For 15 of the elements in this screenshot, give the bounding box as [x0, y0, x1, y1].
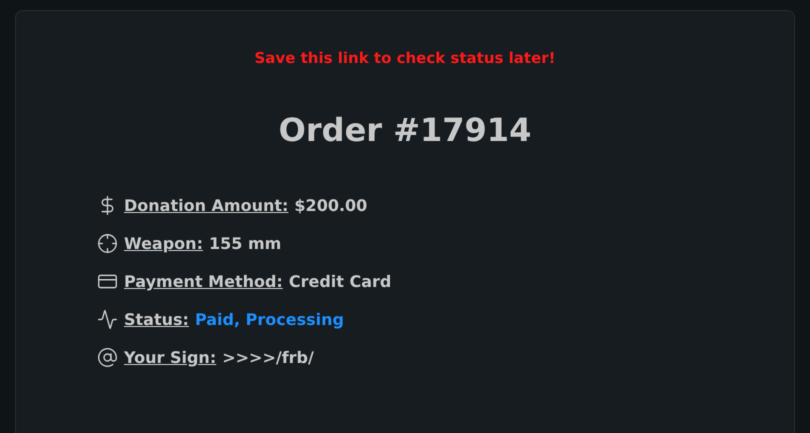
crosshair-icon: [97, 233, 118, 254]
status-value: Paid, Processing: [194, 310, 344, 329]
detail-value: >>>>/frb/: [222, 348, 314, 367]
detail-value: Credit Card: [288, 272, 392, 291]
detail-label: Donation Amount:: [124, 196, 288, 215]
detail-value: $200.00: [294, 196, 368, 215]
save-link-notice: Save this link to check status later!: [254, 49, 556, 67]
pulse-icon: [97, 309, 118, 330]
order-title: Order #17914: [278, 111, 532, 149]
detail-label: Payment Method:: [124, 272, 283, 291]
detail-label: Your Sign:: [124, 348, 216, 367]
detail-label: Status:: [124, 310, 189, 329]
at-sign-icon: [97, 347, 118, 368]
detail-label: Weapon:: [124, 234, 203, 253]
detail-value: 155 mm: [208, 234, 282, 253]
